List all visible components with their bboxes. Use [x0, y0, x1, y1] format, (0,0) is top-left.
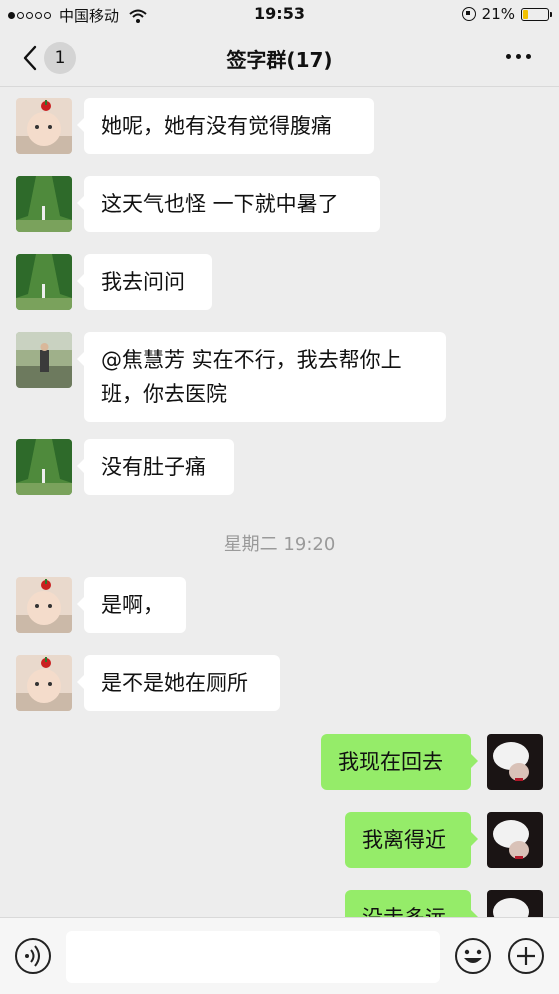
- message-bubble[interactable]: 这天气也怪 一下就中暑了: [77, 176, 380, 232]
- message-bubble[interactable]: 她呢，她有没有觉得腹痛: [77, 98, 374, 154]
- message-bubble[interactable]: @焦慧芳 实在不行，我去帮你上班，你去医院: [77, 332, 446, 422]
- orientation-lock-icon: [461, 7, 476, 21]
- message-text: @焦慧芳 实在不行，我去帮你上班，你去医院: [101, 348, 402, 406]
- message-text: 是啊，: [101, 593, 164, 617]
- battery-fill: [523, 9, 529, 19]
- landscape-avatar[interactable]: [16, 439, 72, 495]
- status-right: 21%: [461, 5, 552, 23]
- message-text: 我离得近: [362, 828, 446, 852]
- message-bubble[interactable]: 是不是她在厕所: [77, 655, 280, 711]
- landscape-avatar[interactable]: [16, 176, 72, 232]
- baby-avatar[interactable]: [16, 98, 72, 154]
- chat-title: 签字群(17): [226, 48, 333, 72]
- person-lake-avatar[interactable]: [16, 332, 72, 388]
- message-text: 这天气也怪 一下就中暑了: [101, 192, 339, 216]
- message-text: 没有肚子痛: [101, 455, 206, 479]
- baby-avatar[interactable]: [16, 655, 72, 711]
- message-bubble[interactable]: 我去问问: [77, 254, 212, 310]
- message-text: 我现在回去: [338, 750, 443, 774]
- message-bubble[interactable]: 是啊，: [77, 577, 186, 633]
- input-bar: [0, 917, 559, 994]
- battery-icon: [521, 7, 552, 21]
- message-input[interactable]: [66, 931, 440, 983]
- voice-icon[interactable]: [14, 937, 52, 975]
- baby-avatar[interactable]: [16, 577, 72, 633]
- dark-portrait-avatar[interactable]: [487, 734, 543, 790]
- status-bar: 中国移动 19:53 21%: [0, 0, 559, 30]
- message-bubble[interactable]: 我现在回去: [321, 734, 478, 790]
- emoji-icon[interactable]: [454, 937, 492, 975]
- message-timestamp: 星期二 19:20: [223, 534, 336, 555]
- message-text: 我去问问: [101, 270, 185, 294]
- more-icon[interactable]: [506, 54, 531, 59]
- landscape-avatar[interactable]: [16, 254, 72, 310]
- dark-portrait-avatar[interactable]: [487, 812, 543, 868]
- message-text: 是不是她在厕所: [101, 671, 248, 695]
- message-bubble[interactable]: 我离得近: [345, 812, 478, 868]
- battery-percent: 21%: [481, 5, 515, 23]
- message-bubble[interactable]: 没有肚子痛: [77, 439, 234, 495]
- add-icon[interactable]: [507, 937, 545, 975]
- chat-header: 1 签字群(17): [0, 30, 559, 87]
- message-text: 她呢，她有没有觉得腹痛: [101, 114, 332, 138]
